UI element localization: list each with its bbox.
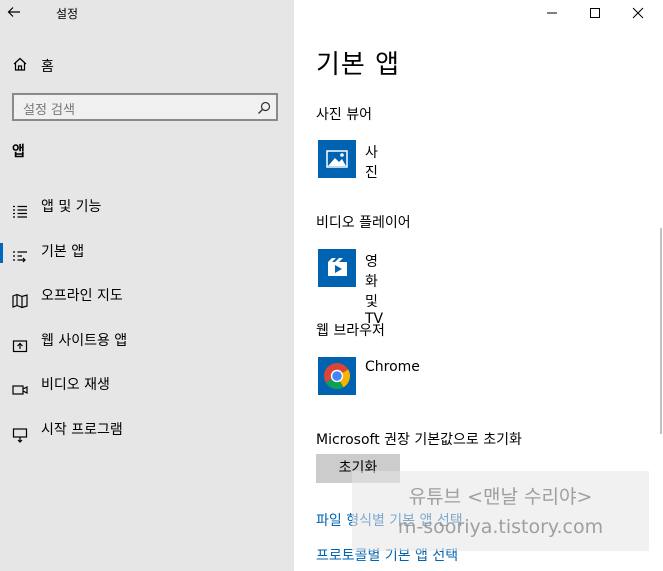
apps-for-websites-icon (12, 338, 28, 354)
home-label: 홈 (41, 59, 54, 75)
photo-viewer-app-label: 사진 (365, 145, 378, 181)
default-apps-icon (12, 249, 28, 265)
close-button[interactable] (616, 0, 660, 26)
sidebar-item-video-playback[interactable]: 비디오 재생 (0, 370, 294, 415)
chrome-app-icon (318, 357, 356, 395)
sidebar-item-label: 기본 앱 (41, 243, 85, 260)
sidebar-item-apps-features[interactable]: 앱 및 기능 (0, 192, 294, 237)
scrollbar[interactable] (660, 228, 662, 434)
active-indicator (0, 242, 3, 263)
photo-viewer-heading: 사진 뷰어 (316, 107, 372, 123)
search-icon[interactable] (257, 100, 271, 119)
sidebar-item-label: 앱 및 기능 (41, 199, 102, 215)
search-placeholder: 설정 검색 (23, 103, 75, 118)
watermark-line2: m-sooriya.tistory.com (397, 516, 604, 538)
minimize-button[interactable] (530, 0, 574, 26)
home-icon (12, 56, 28, 76)
photos-app-icon (318, 140, 356, 178)
home-nav-item[interactable]: 홈 (12, 56, 54, 76)
page-title: 기본 앱 (316, 50, 401, 80)
sidebar-item-label: 웹 사이트용 앱 (41, 332, 128, 349)
search-input[interactable]: 설정 검색 (12, 93, 278, 121)
section-title: 앱 (12, 144, 25, 160)
watermark-line1: 유튜브 <맨날 수리야> (408, 486, 593, 508)
video-player-heading: 비디오 플레이어 (316, 215, 411, 231)
sidebar-nav: 앱 및 기능 기본 앱 오프라인 지도 웹 사이트용 앱 비디오 재생 시작 프… (0, 192, 294, 459)
sidebar-item-label: 비디오 재생 (41, 377, 110, 393)
sidebar-item-startup[interactable]: 시작 프로그램 (0, 415, 294, 460)
offline-maps-icon (12, 293, 28, 309)
sidebar-item-default-apps[interactable]: 기본 앱 (0, 237, 294, 282)
sidebar: 설정 홈 설정 검색 앱 앱 및 기능 기본 앱 오프라인 지도 웹 사이트용 … (0, 0, 294, 571)
maximize-button[interactable] (573, 0, 617, 26)
web-browser-app-label: Chrome (365, 359, 420, 375)
video-player-app-label: 영화 및 TV (365, 254, 384, 327)
sidebar-item-offline-maps[interactable]: 오프라인 지도 (0, 281, 294, 326)
reset-heading: Microsoft 권장 기본값으로 초기화 (316, 432, 522, 448)
movies-tv-app-icon (318, 249, 356, 287)
back-arrow-icon[interactable] (6, 4, 22, 20)
sidebar-item-label: 시작 프로그램 (41, 421, 123, 438)
video-playback-icon (12, 382, 28, 398)
startup-icon (12, 427, 28, 443)
watermark: 유튜브 <맨날 수리야> m-sooriya.tistory.com (352, 471, 649, 551)
window-title: 설정 (56, 7, 79, 21)
sidebar-item-label: 오프라인 지도 (41, 288, 123, 304)
sidebar-item-apps-for-websites[interactable]: 웹 사이트용 앱 (0, 326, 294, 371)
apps-features-icon (12, 204, 28, 220)
web-browser-heading: 웹 브라우저 (316, 323, 385, 339)
